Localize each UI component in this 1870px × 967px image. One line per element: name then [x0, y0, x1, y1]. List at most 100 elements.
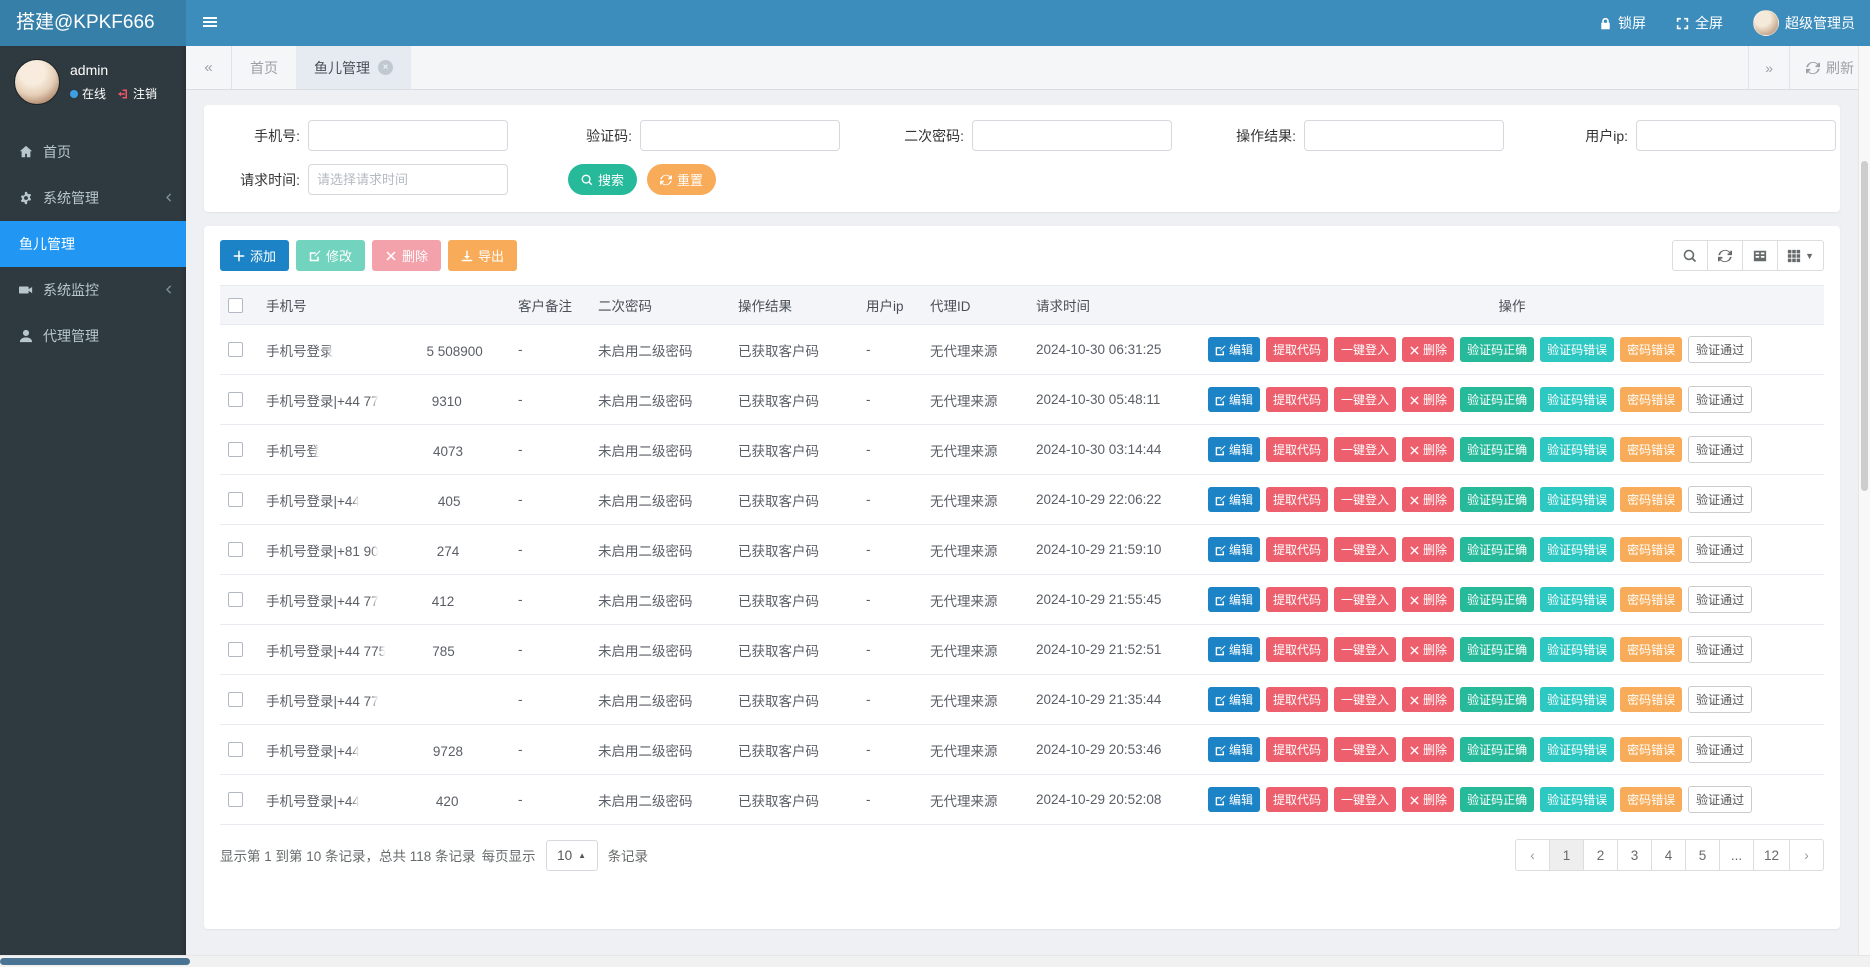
verify-pass-button[interactable]: 验证通过: [1688, 736, 1752, 763]
search-button[interactable]: 搜索: [568, 164, 637, 195]
verify-pass-button[interactable]: 验证通过: [1688, 436, 1752, 463]
password-wrong-button[interactable]: 密码错误: [1620, 387, 1682, 412]
edit-row-button[interactable]: 编辑: [1208, 687, 1260, 712]
extract-code-button[interactable]: 提取代码: [1266, 387, 1328, 412]
one-key-login-button[interactable]: 一键登入: [1334, 637, 1396, 662]
delete-row-button[interactable]: 删除: [1402, 387, 1454, 412]
extract-code-button[interactable]: 提取代码: [1266, 737, 1328, 762]
one-key-login-button[interactable]: 一键登入: [1334, 337, 1396, 362]
delete-row-button[interactable]: 删除: [1402, 537, 1454, 562]
password-wrong-button[interactable]: 密码错误: [1620, 437, 1682, 462]
fullscreen-button[interactable]: 全屏: [1661, 0, 1738, 46]
page-button-3[interactable]: 3: [1617, 839, 1652, 871]
horizontal-scrollbar[interactable]: [0, 955, 1870, 967]
password-wrong-button[interactable]: 密码错误: [1620, 487, 1682, 512]
tab-fish-management[interactable]: 鱼儿管理 ×: [296, 46, 411, 89]
edit-row-button[interactable]: 编辑: [1208, 487, 1260, 512]
table-detail-view-button[interactable]: [1742, 240, 1778, 271]
one-key-login-button[interactable]: 一键登入: [1334, 587, 1396, 612]
column-header-agent-id[interactable]: 代理ID: [922, 286, 1028, 325]
edit-row-button[interactable]: 编辑: [1208, 637, 1260, 662]
search-field-input[interactable]: [308, 120, 508, 151]
password-wrong-button[interactable]: 密码错误: [1620, 537, 1682, 562]
vertical-scroll-thumb[interactable]: [1861, 161, 1868, 491]
captcha-correct-button[interactable]: 验证码正确: [1460, 387, 1534, 412]
page-prev-button[interactable]: ‹: [1515, 839, 1550, 871]
password-wrong-button[interactable]: 密码错误: [1620, 787, 1682, 812]
tabs-scroll-right-button[interactable]: »: [1748, 46, 1789, 89]
sidebar-item-代理管理[interactable]: 代理管理: [0, 313, 186, 359]
delete-row-button[interactable]: 删除: [1402, 487, 1454, 512]
row-checkbox[interactable]: [228, 392, 243, 407]
column-header-remark[interactable]: 客户备注: [510, 286, 590, 325]
sidebar-item-系统监控[interactable]: 系统监控: [0, 267, 186, 313]
captcha-wrong-button[interactable]: 验证码错误: [1540, 537, 1614, 562]
sidebar-item-鱼儿管理[interactable]: 鱼儿管理: [0, 221, 186, 267]
tab-close-icon[interactable]: ×: [378, 60, 393, 75]
horizontal-scroll-thumb[interactable]: [0, 958, 190, 965]
edit-row-button[interactable]: 编辑: [1208, 587, 1260, 612]
captcha-wrong-button[interactable]: 验证码错误: [1540, 637, 1614, 662]
search-field-input[interactable]: [640, 120, 840, 151]
verify-pass-button[interactable]: 验证通过: [1688, 786, 1752, 813]
edit-row-button[interactable]: 编辑: [1208, 787, 1260, 812]
verify-pass-button[interactable]: 验证通过: [1688, 536, 1752, 563]
modify-button[interactable]: 修改: [296, 240, 365, 271]
extract-code-button[interactable]: 提取代码: [1266, 687, 1328, 712]
column-header-phone[interactable]: 手机号: [258, 286, 510, 325]
captcha-wrong-button[interactable]: 验证码错误: [1540, 737, 1614, 762]
row-checkbox[interactable]: [228, 792, 243, 807]
extract-code-button[interactable]: 提取代码: [1266, 437, 1328, 462]
one-key-login-button[interactable]: 一键登入: [1334, 437, 1396, 462]
one-key-login-button[interactable]: 一键登入: [1334, 387, 1396, 412]
password-wrong-button[interactable]: 密码错误: [1620, 637, 1682, 662]
verify-pass-button[interactable]: 验证通过: [1688, 386, 1752, 413]
vertical-scrollbar[interactable]: [1858, 46, 1870, 955]
captcha-correct-button[interactable]: 验证码正确: [1460, 587, 1534, 612]
column-header-second-password[interactable]: 二次密码: [590, 286, 730, 325]
extract-code-button[interactable]: 提取代码: [1266, 637, 1328, 662]
export-button[interactable]: 导出: [448, 240, 517, 271]
one-key-login-button[interactable]: 一键登入: [1334, 487, 1396, 512]
captcha-correct-button[interactable]: 验证码正确: [1460, 437, 1534, 462]
captcha-wrong-button[interactable]: 验证码错误: [1540, 587, 1614, 612]
captcha-wrong-button[interactable]: 验证码错误: [1540, 687, 1614, 712]
delete-row-button[interactable]: 删除: [1402, 437, 1454, 462]
one-key-login-button[interactable]: 一键登入: [1334, 787, 1396, 812]
verify-pass-button[interactable]: 验证通过: [1688, 586, 1752, 613]
table-refresh-button[interactable]: [1707, 240, 1743, 271]
captcha-correct-button[interactable]: 验证码正确: [1460, 787, 1534, 812]
password-wrong-button[interactable]: 密码错误: [1620, 687, 1682, 712]
sidebar-toggle-button[interactable]: [186, 0, 234, 46]
page-ellipsis[interactable]: ...: [1719, 839, 1754, 871]
delete-row-button[interactable]: 删除: [1402, 737, 1454, 762]
verify-pass-button[interactable]: 验证通过: [1688, 486, 1752, 513]
row-checkbox[interactable]: [228, 442, 243, 457]
add-button[interactable]: 添加: [220, 240, 289, 271]
captcha-wrong-button[interactable]: 验证码错误: [1540, 487, 1614, 512]
edit-row-button[interactable]: 编辑: [1208, 387, 1260, 412]
brand-logo[interactable]: 搭建@KPKF666: [0, 0, 186, 46]
captcha-wrong-button[interactable]: 验证码错误: [1540, 437, 1614, 462]
edit-row-button[interactable]: 编辑: [1208, 437, 1260, 462]
search-field-input[interactable]: [1304, 120, 1504, 151]
delete-row-button[interactable]: 删除: [1402, 587, 1454, 612]
tabs-scroll-left-button[interactable]: «: [186, 46, 232, 89]
captcha-correct-button[interactable]: 验证码正确: [1460, 337, 1534, 362]
sidebar-item-系统管理[interactable]: 系统管理: [0, 175, 186, 221]
page-button-2[interactable]: 2: [1583, 839, 1618, 871]
delete-row-button[interactable]: 删除: [1402, 337, 1454, 362]
select-all-checkbox[interactable]: [228, 298, 243, 313]
page-size-select[interactable]: 10 ▲: [546, 840, 598, 871]
lock-screen-button[interactable]: 锁屏: [1584, 0, 1661, 46]
page-next-button[interactable]: ›: [1789, 839, 1824, 871]
delete-row-button[interactable]: 删除: [1402, 687, 1454, 712]
verify-pass-button[interactable]: 验证通过: [1688, 686, 1752, 713]
edit-row-button[interactable]: 编辑: [1208, 337, 1260, 362]
one-key-login-button[interactable]: 一键登入: [1334, 687, 1396, 712]
page-button-1[interactable]: 1: [1549, 839, 1584, 871]
one-key-login-button[interactable]: 一键登入: [1334, 537, 1396, 562]
page-button-12[interactable]: 12: [1753, 839, 1790, 871]
delete-row-button[interactable]: 删除: [1402, 637, 1454, 662]
sidebar-item-首页[interactable]: 首页: [0, 129, 186, 175]
